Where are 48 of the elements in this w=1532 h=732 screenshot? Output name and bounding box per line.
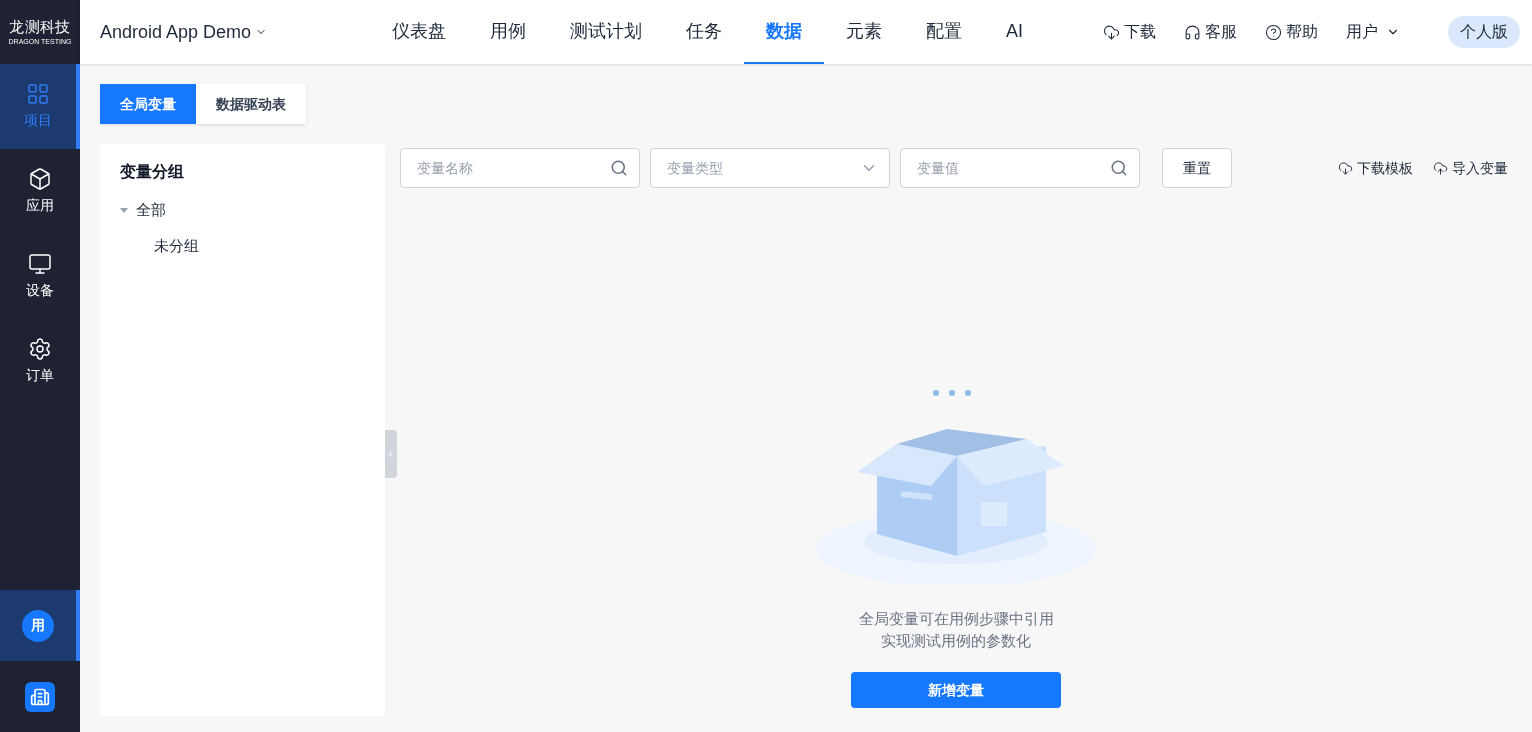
user-avatar[interactable]: 用	[22, 609, 54, 642]
collapse-handle[interactable]	[385, 430, 397, 478]
nav-tab[interactable]: 数据	[744, 0, 824, 64]
headset-icon	[1184, 23, 1201, 41]
toolbar-link[interactable]: 下载模板	[1338, 157, 1413, 179]
header-link[interactable]: 帮助	[1265, 20, 1318, 44]
logo-title: 龙测科技	[9, 19, 71, 34]
sidebar-item[interactable]: 设备	[0, 234, 80, 319]
add-variable-button[interactable]: 新增变量	[851, 672, 1061, 708]
search-icon	[610, 159, 628, 177]
segment-tab[interactable]: 数据驱动表	[196, 84, 306, 124]
sidebar-item[interactable]: 应用	[0, 149, 80, 234]
search-field[interactable]: 变量值	[900, 148, 1140, 188]
cloud-download-icon	[1103, 23, 1120, 41]
empty-message: 全局变量可在用例步骤中引用	[858, 609, 1054, 629]
edition-badge[interactable]: 个人版	[1448, 16, 1520, 48]
nav-tab[interactable]: 任务	[664, 0, 744, 64]
grid-icon	[26, 82, 50, 106]
sidebar-item[interactable]: 订单	[0, 319, 80, 404]
nav-tab[interactable]: 元素	[824, 0, 904, 64]
nav-tab[interactable]: 配置	[904, 0, 984, 64]
search-field[interactable]: 变量名称	[400, 148, 640, 188]
select-field[interactable]: 变量类型	[650, 148, 890, 188]
building-icon[interactable]	[25, 681, 55, 712]
tree-item[interactable]: 全部	[136, 198, 166, 222]
project-dropdown[interactable]: Android App Demo	[100, 18, 268, 46]
sidebar-bottom-item[interactable]: 用	[0, 590, 80, 661]
caret-icon[interactable]	[120, 207, 128, 213]
nav-tab[interactable]: 用例	[468, 0, 548, 64]
empty-message: 实现测试用例的参数化	[881, 631, 1031, 651]
header-link[interactable]: 客服	[1184, 20, 1237, 44]
nav-tab[interactable]: 仪表盘	[370, 0, 468, 64]
cloud-download-icon	[1338, 160, 1353, 176]
search-icon	[1110, 159, 1128, 177]
panel-title: 变量分组	[120, 162, 185, 182]
nav-tab[interactable]: 测试计划	[548, 0, 664, 64]
monitor-icon	[28, 252, 52, 276]
cloud-upload-icon	[1433, 160, 1448, 176]
toolbar-link[interactable]: 导入变量	[1433, 157, 1508, 179]
header-link[interactable]: 下载	[1103, 20, 1156, 44]
segment-tab[interactable]: 全局变量	[100, 84, 196, 124]
help-icon	[1265, 23, 1282, 41]
cube-icon	[28, 167, 52, 191]
settings-icon	[28, 337, 52, 361]
nav-tab[interactable]: AI	[984, 0, 1045, 64]
user-menu[interactable]: 用户	[1346, 20, 1400, 44]
tree-item[interactable]: 未分组	[154, 234, 199, 258]
reset-button[interactable]: 重置	[1162, 148, 1232, 188]
